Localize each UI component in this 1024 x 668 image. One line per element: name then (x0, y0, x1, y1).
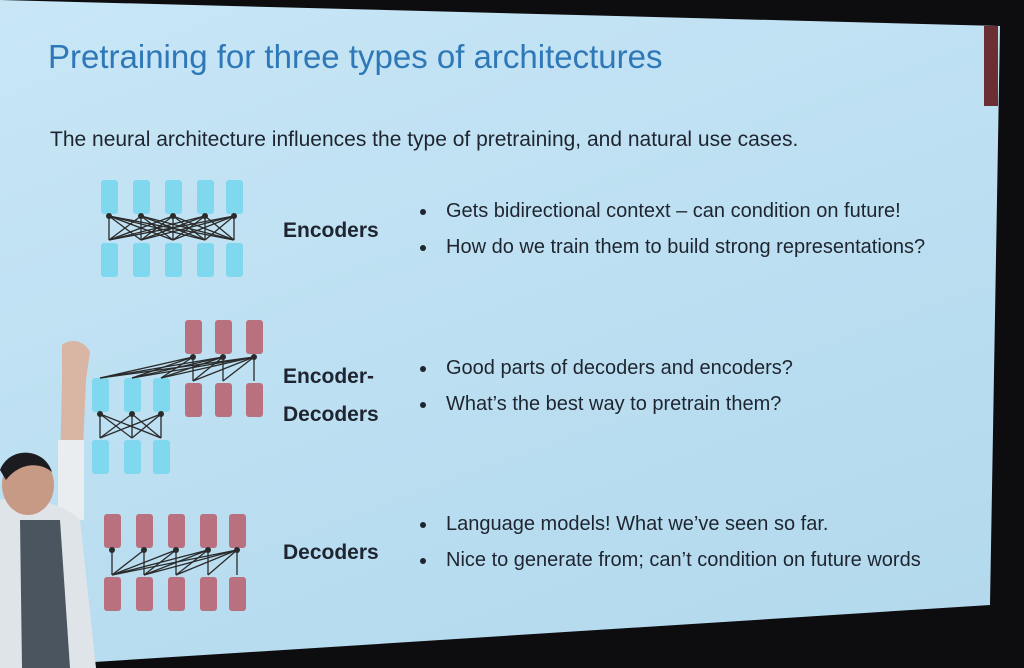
decoders-bullets: Language models! What we’ve seen so far.… (420, 506, 921, 578)
connection-node (205, 547, 211, 553)
decoders-bullet-2: Nice to generate from; can’t condition o… (420, 542, 921, 578)
encoder-output-block (197, 180, 214, 214)
decoder-input-block (215, 383, 232, 417)
encoder-decoders-bullets: Good parts of decoders and encoders? Wha… (420, 350, 793, 422)
encoders-bullet-1: Gets bidirectional context – can conditi… (420, 193, 925, 229)
encoders-bullets: Gets bidirectional context – can conditi… (420, 193, 925, 265)
encoder-input-block (226, 243, 243, 277)
encoder-output-block (165, 180, 182, 214)
connection-node (173, 547, 179, 553)
connection-node (231, 213, 237, 219)
decoder-input-block (246, 383, 263, 417)
encoders-bullet-2: How do we train them to build strong rep… (420, 229, 925, 265)
decoder-input-block (229, 577, 246, 611)
encoder-output-block (133, 180, 150, 214)
encoder-input-block (153, 440, 170, 474)
encoder-input-block (165, 243, 182, 277)
decoders-bullet-1: Language models! What we’ve seen so far. (420, 506, 921, 542)
connection-line (175, 549, 238, 576)
connection-node (138, 213, 144, 219)
decoders-label-text: Decoders (283, 541, 379, 564)
encoder-input-block (197, 243, 214, 277)
presenter-figure (0, 340, 96, 668)
decoder-diagram-icon (104, 514, 246, 611)
encoder-output-block (153, 378, 170, 412)
decoder-output-block (168, 514, 185, 548)
encoder-decoders-label-line-1: Encoder- (283, 365, 375, 388)
decoders-label: Decoders (283, 534, 379, 572)
connection-node (202, 213, 208, 219)
decoder-output-block (215, 320, 232, 354)
connection-node (170, 213, 176, 219)
decoder-output-block (185, 320, 202, 354)
decoder-output-block (200, 514, 217, 548)
encoder-decoders-bullet-1: Good parts of decoders and encoders? (420, 350, 793, 386)
decoder-output-block (229, 514, 246, 548)
decoder-input-block (200, 577, 217, 611)
connection-node (234, 547, 240, 553)
encoders-label: Encoders (283, 212, 379, 250)
connection-node (158, 411, 164, 417)
decoder-output-block (246, 320, 263, 354)
encoder-input-block (133, 243, 150, 277)
encoder-decoder-diagram-icon (92, 320, 263, 474)
decoder-output-block (136, 514, 153, 548)
connection-line (131, 356, 194, 379)
decoder-input-block (168, 577, 185, 611)
encoder-output-block (226, 180, 243, 214)
encoder-decoders-label: Encoder- Decoders (283, 358, 379, 434)
connection-line (160, 356, 224, 379)
encoders-label-text: Encoders (283, 219, 379, 242)
encoder-decoders-bullet-2: What’s the best way to pretrain them? (420, 386, 793, 422)
screen-edge-bar (984, 26, 998, 106)
decoder-input-block (185, 383, 202, 417)
connection-node (141, 547, 147, 553)
encoder-input-block (124, 440, 141, 474)
encoder-output-block (124, 378, 141, 412)
decoder-input-block (136, 577, 153, 611)
encoder-decoders-label-line-2: Decoders (283, 403, 379, 426)
connection-node (129, 411, 135, 417)
encoder-diagram-icon (101, 180, 243, 277)
